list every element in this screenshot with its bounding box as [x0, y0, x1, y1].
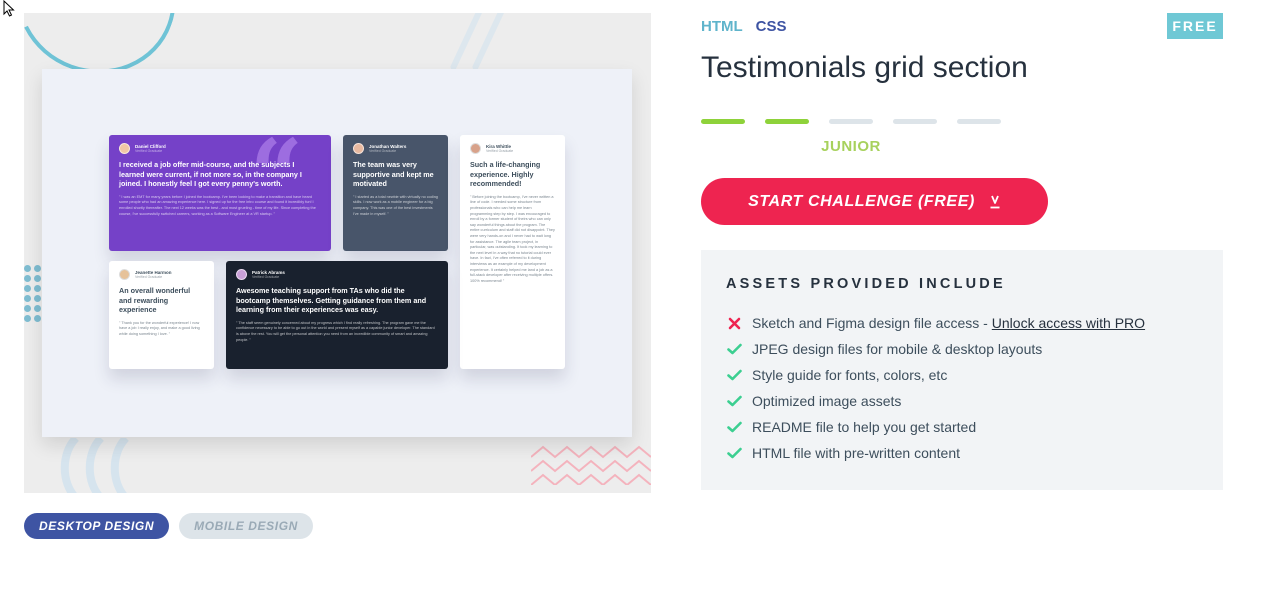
testimonial-card: “ Daniel Clifford Verified Graduate I re… — [109, 135, 331, 251]
start-challenge-button[interactable]: START CHALLENGE (FREE) — [701, 178, 1048, 225]
testimonial-role: Verified Graduate — [135, 149, 163, 153]
testimonial-text: " I was an EMT for many years before I j… — [119, 194, 316, 216]
difficulty-step — [701, 119, 745, 124]
check-icon — [726, 367, 743, 384]
tab-desktop-design[interactable]: DESKTOP DESIGN — [24, 513, 170, 539]
start-challenge-label: START CHALLENGE (FREE) — [748, 192, 975, 210]
decorative-quotes — [60, 438, 130, 493]
download-arrow-icon — [990, 195, 1000, 208]
testimonial-heading: I received a job offer mid-course, and t… — [119, 160, 302, 189]
decorative-zigzag — [531, 445, 651, 485]
testimonial-role: Verified Graduate — [369, 149, 397, 153]
avatar — [119, 269, 130, 280]
check-icon — [726, 419, 743, 436]
difficulty-step — [957, 119, 1001, 124]
avatar — [236, 269, 247, 280]
list-item: Style guide for fonts, colors, etc — [726, 362, 1198, 388]
difficulty-step — [893, 119, 937, 124]
check-icon — [726, 445, 743, 462]
design-preview[interactable]: “ Daniel Clifford Verified Graduate I re… — [24, 13, 651, 493]
testimonial-role: Verified Graduate — [252, 275, 280, 279]
design-view-tabs: DESKTOP DESIGN MOBILE DESIGN — [24, 513, 313, 539]
testimonial-role: Verified Graduate — [486, 149, 514, 153]
testimonial-role: Verified Graduate — [135, 275, 163, 279]
decorative-dots — [24, 265, 42, 322]
preview-page: “ Daniel Clifford Verified Graduate I re… — [42, 69, 632, 437]
asset-text: README file to help you get started — [752, 419, 977, 435]
language-tag-html: HTML — [701, 18, 743, 35]
asset-text: HTML file with pre-written content — [752, 445, 960, 461]
check-icon — [726, 393, 743, 410]
avatar — [119, 143, 130, 154]
list-item: HTML file with pre-written content — [726, 440, 1198, 466]
testimonial-card: Kira Whittle Verified Graduate Such a li… — [460, 135, 565, 369]
asset-text: JPEG design files for mobile & desktop l… — [752, 341, 1043, 357]
assets-heading: ASSETS PROVIDED INCLUDE — [726, 276, 1006, 292]
language-tags: HTML CSS — [701, 18, 787, 35]
unlock-pro-link[interactable]: Unlock access with PRO — [992, 315, 1145, 331]
testimonial-heading: Such a life-changing experience. Highly … — [470, 160, 541, 189]
testimonial-card: Patrick Abrams Verified Graduate Awesome… — [226, 261, 448, 369]
testimonial-card: Jeanette Harmon Verified Graduate An ove… — [109, 261, 214, 369]
mouse-cursor-icon — [3, 0, 15, 17]
testimonial-heading: The team was very supportive and kept me… — [353, 160, 434, 189]
asset-text: Sketch and Figma design file access - — [752, 315, 988, 331]
challenge-title: Testimonials grid section — [701, 51, 1028, 84]
assets-list: Sketch and Figma design file access - Un… — [726, 310, 1198, 466]
testimonial-heading: An overall wonderful and rewarding exper… — [119, 286, 191, 315]
list-item: README file to help you get started — [726, 414, 1198, 440]
testimonial-heading: Awesome teaching support from TAs who di… — [236, 286, 427, 315]
language-tag-css: CSS — [755, 18, 787, 35]
asset-text: Optimized image assets — [752, 393, 902, 409]
testimonial-card: Jonathan Walters Verified Graduate The t… — [343, 135, 448, 251]
testimonial-text: " Thank you for the wonderful experience… — [119, 320, 200, 336]
avatar — [470, 143, 481, 154]
testimonial-text: " The staff seem genuinely concerned abo… — [236, 320, 435, 342]
list-item: JPEG design files for mobile & desktop l… — [726, 336, 1198, 362]
testimonial-text: " I started as a total newbie with virtu… — [353, 194, 438, 216]
difficulty-label: JUNIOR — [821, 138, 881, 155]
avatar — [353, 143, 364, 154]
asset-text: Style guide for fonts, colors, etc — [752, 367, 948, 383]
difficulty-step — [765, 119, 809, 124]
difficulty-meter — [701, 119, 1001, 124]
difficulty-step — [829, 119, 873, 124]
list-item: Optimized image assets — [726, 388, 1198, 414]
cross-icon — [726, 315, 743, 332]
tab-mobile-design[interactable]: MOBILE DESIGN — [179, 513, 313, 539]
check-icon — [726, 341, 743, 358]
assets-panel: ASSETS PROVIDED INCLUDE Sketch and Figma… — [701, 250, 1223, 490]
price-badge: FREE — [1167, 13, 1223, 39]
testimonial-text: " Before joining the bootcamp, I've neve… — [470, 194, 555, 283]
list-item: Sketch and Figma design file access - Un… — [726, 310, 1198, 336]
